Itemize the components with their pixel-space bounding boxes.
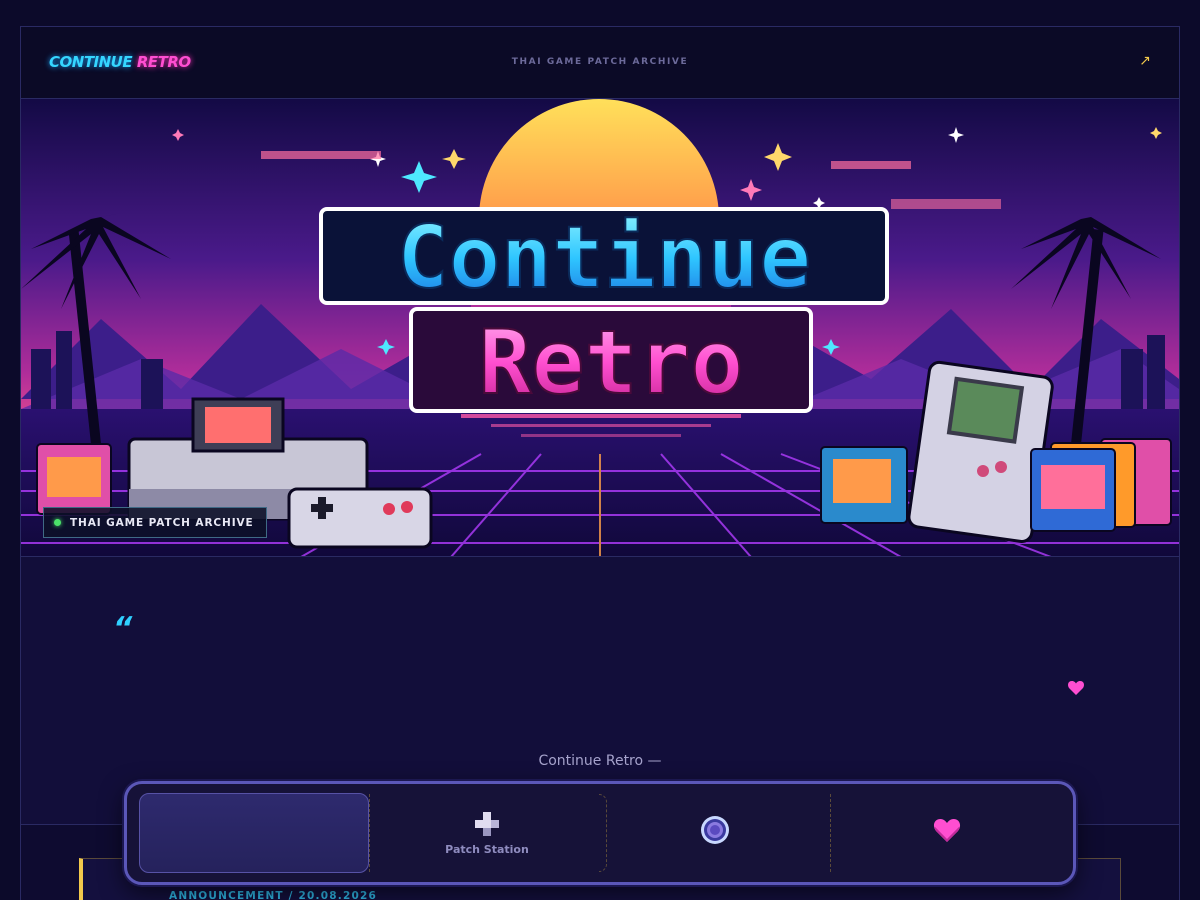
controller-illustration: [287, 487, 433, 549]
external-link-icon[interactable]: ↗: [1135, 51, 1155, 71]
dock-divider: [369, 794, 370, 872]
quote-mark-icon: “: [113, 611, 133, 646]
heart-icon: [1068, 681, 1084, 695]
hero-artwork: Continue Retro: [21, 99, 1179, 556]
dock-item-patch-station-label: Patch Station: [445, 842, 529, 856]
dock-item-4[interactable]: [833, 793, 1061, 873]
hero-title-line2: Retro: [479, 311, 744, 414]
page-frame: CONTINUE RETRO THAI GAME PATCH ARCHIVE ↗: [20, 26, 1180, 900]
dock-item-3[interactable]: [601, 793, 829, 873]
status-dot-icon: [54, 519, 61, 526]
hero-badge-label: THAI GAME PATCH ARCHIVE: [70, 516, 254, 529]
cartridge-left-illustration: [36, 443, 112, 515]
hero-banner: Continue Retro THAI GAME PATCH ARCHIVE: [21, 99, 1179, 557]
hero-badge: THAI GAME PATCH ARCHIVE: [43, 507, 267, 538]
site-tagline: THAI GAME PATCH ARCHIVE: [511, 57, 689, 67]
quote-attribution: Continue Retro —: [538, 753, 662, 769]
announcement-meta: ANNOUNCEMENT / 20.08.2026: [169, 890, 377, 900]
top-bar: CONTINUE RETRO THAI GAME PATCH ARCHIVE ↗: [21, 27, 1179, 99]
ring-icon: [701, 816, 729, 844]
hero-title-line1: Continue: [397, 208, 811, 308]
bottom-dock: Patch Station: [124, 781, 1076, 885]
dock-item-1[interactable]: [139, 793, 369, 873]
dock-item-patch-station[interactable]: Patch Station: [373, 793, 601, 873]
plus-icon: [475, 811, 499, 836]
heart-icon: [933, 819, 961, 842]
dock-divider: [830, 794, 831, 872]
